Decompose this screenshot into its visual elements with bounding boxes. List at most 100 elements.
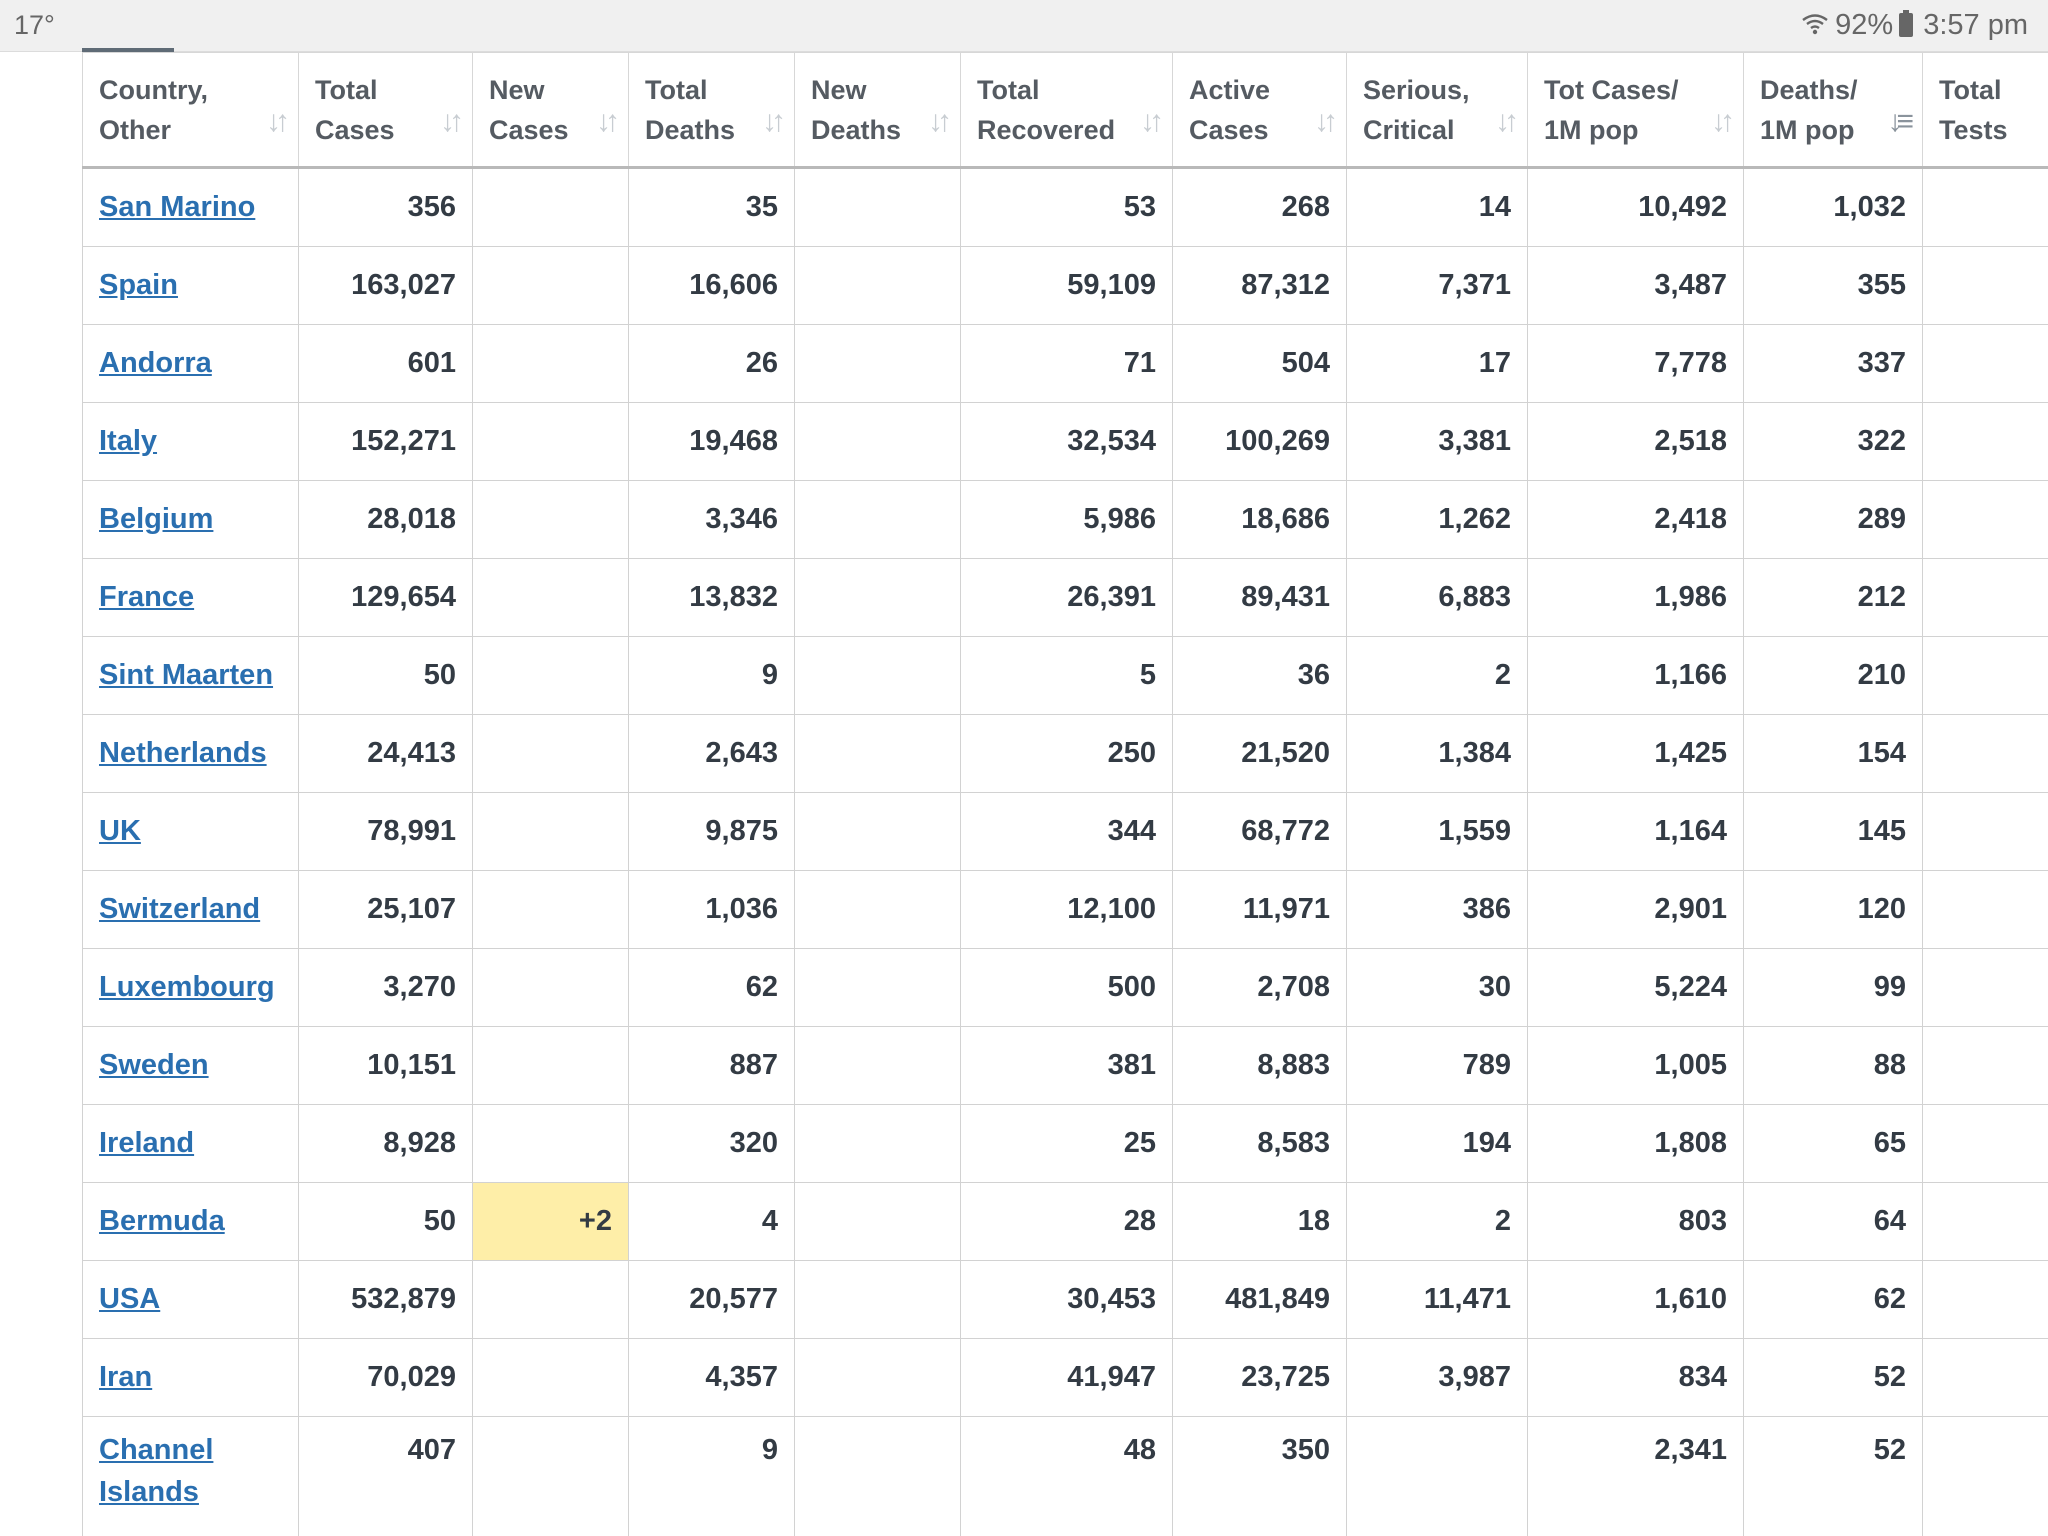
cell-total-cases: 28,018: [298, 480, 473, 559]
cell-cases-per-1m: 3,487: [1527, 246, 1744, 325]
header-label-line2: Deaths: [811, 114, 902, 145]
cell-cases-per-1m: 1,005: [1527, 1026, 1744, 1105]
header-label-line1: New: [811, 74, 867, 105]
cell-total-deaths: 13,832: [628, 558, 795, 637]
cell-total-deaths: 887: [628, 1026, 795, 1105]
cell-active-cases: 89,431: [1172, 558, 1347, 637]
country-link[interactable]: Switzerland: [99, 893, 260, 925]
header-label-line2: Tests: [1939, 114, 2008, 145]
cell-new-deaths: [794, 636, 961, 715]
country-link[interactable]: Belgium: [99, 503, 213, 535]
country-link[interactable]: San Marino: [99, 191, 255, 223]
col-total-recovered-header[interactable]: Total Recovered ↓↑: [960, 52, 1173, 169]
col-cases-per-1m-header[interactable]: Tot Cases/1M pop ↓↑: [1527, 52, 1744, 169]
sort-arrows-icon[interactable]: ↓↑: [928, 102, 952, 142]
cell-serious-critical: 1,384: [1346, 714, 1528, 793]
cell-total-recovered: 41,947: [960, 1338, 1173, 1417]
table-row: Italy 152,271 19,468 32,534 100,269 3,381 2,51…: [82, 402, 2048, 481]
cell-total-recovered: 32,534: [960, 402, 1173, 481]
sort-arrows-icon[interactable]: ↓↑: [762, 102, 786, 142]
country-link[interactable]: Spain: [99, 269, 178, 301]
sort-arrows-icon[interactable]: ↓↑: [440, 102, 464, 142]
country-link[interactable]: Luxembourg: [99, 971, 275, 1003]
col-country-header[interactable]: Country, Other ↓↑: [82, 52, 299, 169]
country-link[interactable]: Italy: [99, 425, 157, 457]
cell-new-deaths: [794, 167, 961, 247]
col-deaths-per-1m-header[interactable]: Deaths/1M pop ↓≡: [1743, 52, 1923, 169]
col-total-cases-header[interactable]: Total Cases ↓↑: [298, 52, 473, 169]
cell-serious-critical: 30: [1346, 948, 1528, 1027]
country-link[interactable]: Bermuda: [99, 1205, 225, 1237]
header-label-line1: New: [489, 74, 545, 105]
cell-active-cases: 268: [1172, 167, 1347, 247]
cell-active-cases: 11,971: [1172, 870, 1347, 949]
cell-serious-critical: 3,381: [1346, 402, 1528, 481]
cell-new-cases: [472, 480, 629, 559]
cell-total-tests: 2,670,67: [1922, 1260, 2048, 1339]
sort-descending-icon[interactable]: ↓≡: [1887, 102, 1913, 142]
cell-country: Spain: [82, 246, 299, 325]
cell-serious-critical: 11,471: [1346, 1260, 1528, 1339]
cell-total-tests: 333,80: [1922, 558, 2048, 637]
cell-total-recovered: 12,100: [960, 870, 1173, 949]
header-label-line2: 1M pop: [1760, 114, 1855, 145]
cell-new-cases: [472, 1260, 629, 1339]
country-link[interactable]: Netherlands: [99, 737, 267, 769]
cell-total-tests: 355,00: [1922, 246, 2048, 325]
col-new-cases-header[interactable]: New Cases ↓↑: [472, 52, 629, 169]
col-total-tests-header[interactable]: Total Tests: [1922, 52, 2048, 169]
cell-total-cases: 25,107: [298, 870, 473, 949]
sort-arrows-icon[interactable]: ↓↑: [1711, 102, 1735, 142]
header-label-line1: Total: [315, 74, 378, 105]
sort-arrows-icon[interactable]: ↓↑: [1314, 102, 1338, 142]
country-link[interactable]: Andorra: [99, 347, 212, 379]
table-scroll-container[interactable]: Country, Other ↓↑ Total Cases ↓↑ New Cases ↓↑ Tot…: [82, 52, 2048, 1536]
col-active-cases-header[interactable]: Active Cases ↓↑: [1172, 52, 1347, 169]
cell-total-cases: 70,029: [298, 1338, 473, 1417]
country-link[interactable]: France: [99, 581, 194, 613]
country-link[interactable]: Ireland: [99, 1127, 194, 1159]
cell-total-cases: 10,151: [298, 1026, 473, 1105]
col-serious-critical-header[interactable]: Serious, Critical ↓↑: [1346, 52, 1528, 169]
cell-cases-per-1m: 10,492: [1527, 167, 1744, 247]
cell-active-cases: 504: [1172, 324, 1347, 403]
cell-serious-critical: 7,371: [1346, 246, 1528, 325]
country-link[interactable]: Sint Maarten: [99, 659, 273, 691]
clock: 3:57 pm: [1923, 8, 2028, 41]
cell-cases-per-1m: 834: [1527, 1338, 1744, 1417]
cell-country: Netherlands: [82, 714, 299, 793]
cell-total-tests: 3,32: [1922, 1416, 2048, 1536]
wifi-icon: [1802, 14, 1828, 35]
cell-cases-per-1m: 803: [1527, 1182, 1744, 1261]
sort-arrows-icon[interactable]: ↓↑: [1140, 102, 1164, 142]
sort-arrows-icon[interactable]: ↓↑: [266, 102, 290, 142]
country-link[interactable]: USA: [99, 1283, 160, 1315]
country-link[interactable]: Channel Islands: [99, 1434, 213, 1508]
cell-new-cases: [472, 1338, 629, 1417]
cell-country: UK: [82, 792, 299, 871]
sort-arrows-icon[interactable]: ↓↑: [596, 102, 620, 142]
cell-total-recovered: 381: [960, 1026, 1173, 1105]
table-row: Sweden 10,151 887 3818,8837891,0058854,70: [82, 1026, 2048, 1105]
cell-deaths-per-1m: 64: [1743, 1182, 1923, 1261]
header-label-line2: Other: [99, 114, 172, 145]
cell-cases-per-1m: 1,986: [1527, 558, 1744, 637]
table-row: Spain 163,027 16,606 59,109 87,312 7,371 3,487…: [82, 246, 2048, 325]
col-total-deaths-header[interactable]: Total Deaths ↓↑: [628, 52, 795, 169]
col-new-deaths-header[interactable]: New Deaths ↓↑: [794, 52, 961, 169]
table-row: Andorra 601 26 71504177,7783371,67: [82, 324, 2048, 403]
cell-new-cases: [472, 324, 629, 403]
cell-total-deaths: 20,577: [628, 1260, 795, 1339]
country-link[interactable]: Sweden: [99, 1049, 209, 1081]
cell-serious-critical: 194: [1346, 1104, 1528, 1183]
country-link[interactable]: UK: [99, 815, 141, 847]
country-link[interactable]: Iran: [99, 1361, 152, 1393]
cell-total-cases: 50: [298, 636, 473, 715]
sort-arrows-icon[interactable]: ↓↑: [1495, 102, 1519, 142]
cell-active-cases: 18: [1172, 1182, 1347, 1261]
cell-country: Iran: [82, 1338, 299, 1417]
cell-serious-critical: 3,987: [1346, 1338, 1528, 1417]
cell-total-cases: 356: [298, 167, 473, 247]
cell-new-cases: [472, 1026, 629, 1105]
header-label-line2: Deaths: [645, 114, 736, 145]
